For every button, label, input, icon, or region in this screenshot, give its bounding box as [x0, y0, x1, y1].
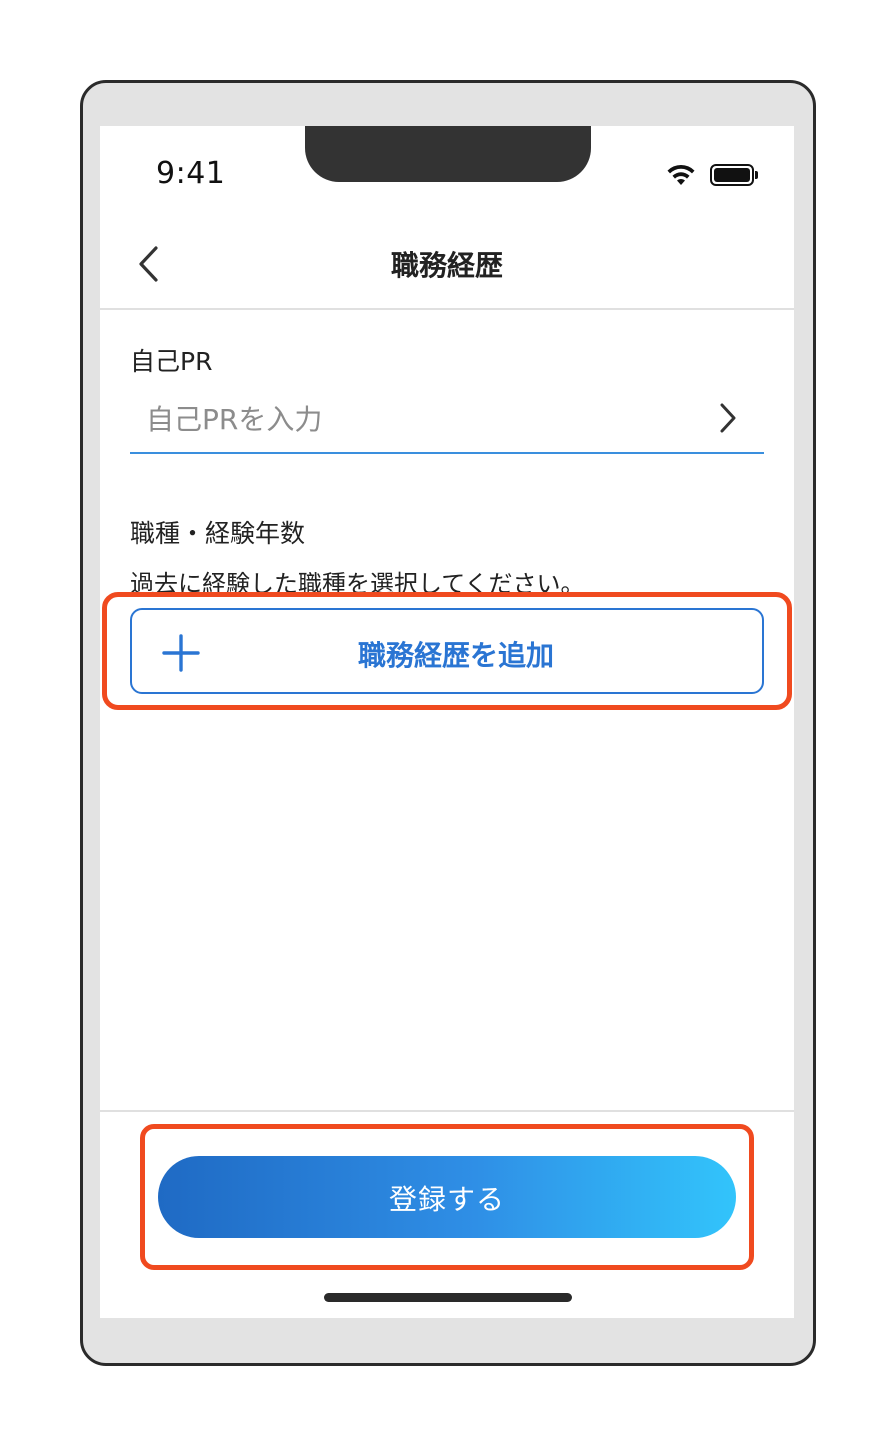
chevron-right-icon — [720, 403, 736, 433]
home-indicator — [324, 1293, 572, 1302]
battery-icon — [710, 164, 754, 186]
app-screen: 9:41 職務経歴 自己PR 自己PRを入力 職種・経験年数 過去に経験した職種… — [100, 126, 794, 1318]
self-pr-placeholder: 自己PRを入力 — [146, 403, 323, 436]
self-pr-label: 自己PR — [130, 347, 213, 376]
page-title: 職務経歴 — [390, 249, 503, 282]
add-job-history-button[interactable]: 職務経歴を追加 — [130, 608, 764, 694]
add-job-history-label: 職務経歴を追加 — [357, 639, 554, 672]
self-pr-input[interactable]: 自己PRを入力 — [130, 388, 764, 454]
wifi-icon — [667, 164, 695, 185]
status-time: 9:41 — [156, 156, 226, 191]
submit-button[interactable]: 登録する — [158, 1156, 736, 1238]
battery-cap — [755, 171, 758, 179]
navigation-bar: 職務経歴 — [100, 216, 794, 310]
battery-level — [714, 168, 750, 182]
footer-divider — [100, 1110, 794, 1112]
device-notch — [305, 126, 591, 182]
job-experience-title: 職種・経験年数 — [130, 519, 306, 548]
submit-label: 登録する — [388, 1183, 505, 1216]
